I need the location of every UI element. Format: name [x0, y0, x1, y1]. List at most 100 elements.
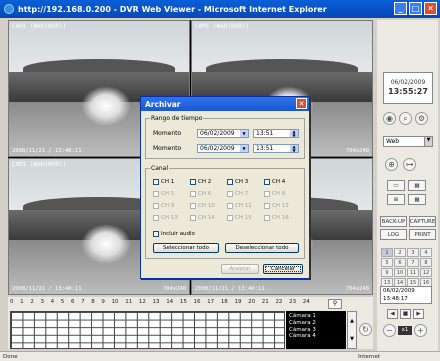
channel-button-8[interactable]: 8: [420, 258, 432, 267]
camera-resolution: 704x240: [162, 286, 186, 292]
channel-checkbox-6[interactable]: CH 6: [190, 191, 211, 197]
checkbox-box: [227, 203, 233, 209]
channel-checkbox-label: CH 6: [198, 191, 212, 197]
moment1-date-select[interactable]: 06/02/2009 ▼: [197, 129, 249, 138]
channel-button-4[interactable]: 4: [420, 248, 432, 257]
channel-button-5[interactable]: 5: [381, 258, 393, 267]
hour-tick-label: 10: [111, 299, 119, 305]
moment1-time-spinner[interactable]: 13:51 ▲ ▼: [253, 129, 299, 138]
moment2-date-select[interactable]: 06/02/2009 ▼: [197, 144, 249, 153]
capture-button[interactable]: CAPTURE: [409, 216, 436, 227]
channel-button-3[interactable]: 3: [407, 248, 419, 257]
moment1-date: 06/02/2009: [200, 130, 235, 137]
channel-button-2[interactable]: 2: [394, 248, 406, 257]
stop-icon[interactable]: ■: [400, 309, 411, 319]
search-icon[interactable]: ⌕: [399, 112, 412, 125]
channel-button-9[interactable]: 9: [381, 268, 393, 277]
mode-select-value: Web: [386, 138, 400, 145]
hour-tick-label: 9: [101, 299, 105, 305]
channel-checkbox-label: CH 4: [272, 179, 286, 185]
close-window-button[interactable]: ✕: [424, 2, 437, 15]
moment1-time: 13:51: [256, 130, 274, 137]
status-bar: Done Internet: [0, 351, 440, 361]
settings-gear-icon[interactable]: ⚙: [415, 112, 428, 125]
checkbox-box: [227, 179, 233, 185]
dialog-close-icon[interactable]: ✕: [296, 98, 307, 109]
channel-checkbox-10[interactable]: CH 10: [190, 203, 215, 209]
channel-checkbox-12[interactable]: CH 12: [264, 203, 289, 209]
hour-tick-label: 19: [234, 299, 242, 305]
timeline-grid[interactable]: [10, 311, 285, 349]
layout-4-icon[interactable]: ⊞: [387, 194, 405, 205]
zoom-in-icon[interactable]: ⊕: [385, 158, 398, 171]
channel-checkbox-label: CH 12: [272, 203, 289, 209]
channel-button-6[interactable]: 6: [394, 258, 406, 267]
zoom-timeline-icon[interactable]: ⚲: [328, 299, 342, 309]
live-eye-icon[interactable]: ◉: [383, 112, 396, 125]
channel-checkbox-8[interactable]: CH 8: [264, 191, 285, 197]
moment2-time-spinner[interactable]: 13:51 ▲ ▼: [253, 144, 299, 153]
mode-select[interactable]: Web ▼: [383, 136, 433, 147]
archive-dialog: Archivar ✕ Rango de tiempo Momento 06/02…: [140, 96, 310, 279]
camera-timestamp: 2008/11/21 / 13:40:11: [195, 286, 265, 292]
channel-checkbox-5[interactable]: CH 5: [153, 191, 174, 197]
channel-grid: 1 2 3 4 5 6 7 8 9 10 11 12 13 14 15 16: [381, 248, 432, 287]
window-titlebar: http://192.168.0.200 - DVR Web Viewer - …: [0, 0, 440, 18]
checkbox-box: [153, 203, 159, 209]
channel-button-7[interactable]: 7: [407, 258, 419, 267]
channel-checkbox-4[interactable]: CH 4: [264, 179, 285, 185]
select-all-button[interactable]: Seleccionar todo: [153, 243, 219, 253]
layout-1-icon[interactable]: ▭: [387, 180, 405, 191]
hour-tick-label: 4: [50, 299, 55, 305]
camera-list-item[interactable]: Cámara 2: [289, 320, 343, 327]
camera-list-item[interactable]: Cámara 4: [289, 333, 343, 340]
accept-button[interactable]: Aceptar: [221, 264, 259, 274]
play-icon[interactable]: ▶: [413, 309, 424, 319]
maximize-button[interactable]: □: [409, 2, 422, 15]
channel-button-1[interactable]: 1: [381, 248, 393, 257]
hour-tick-label: 1: [20, 299, 24, 305]
cancel-button[interactable]: Cancelar: [263, 264, 303, 274]
channel-checkbox-2[interactable]: CH 2: [190, 179, 211, 185]
channel-button-12[interactable]: 12: [420, 268, 432, 277]
control-panel: 06/02/2009 13:55:27 ◉ ⌕ ⚙ Web ▼ ⊕ ⊶ ▭ ▦ ⊞…: [377, 20, 438, 360]
key-icon[interactable]: ⊶: [403, 158, 416, 171]
channel-checkbox-label: CH 7: [235, 191, 249, 197]
checkbox-box: [190, 215, 196, 221]
channel-checkbox-13[interactable]: CH 13: [153, 215, 178, 221]
channel-checkbox-11[interactable]: CH 11: [227, 203, 252, 209]
channel-button-11[interactable]: 11: [407, 268, 419, 277]
channel-checkbox-15[interactable]: CH 15: [227, 215, 252, 221]
hour-tick-label: 24: [302, 299, 310, 305]
deselect-all-button[interactable]: Deseleccionar todo: [225, 243, 299, 253]
refresh-icon[interactable]: ↻: [359, 323, 372, 336]
channel-checkbox-3[interactable]: CH 3: [227, 179, 248, 185]
rewind-icon[interactable]: ◀: [387, 309, 398, 319]
search-datetime[interactable]: 06/02/2009 13:48:17: [380, 286, 432, 304]
checkbox-box: [264, 203, 270, 209]
minimize-button[interactable]: _: [394, 2, 407, 15]
channel-checkbox-7[interactable]: CH 7: [227, 191, 248, 197]
moment2-label: Momento: [153, 145, 182, 152]
layout-9-icon[interactable]: ▦: [408, 180, 426, 191]
slower-icon[interactable]: −: [383, 324, 396, 337]
camera-list-item[interactable]: Cámara 1: [289, 313, 343, 320]
channel-checkbox-label: CH 8: [272, 191, 286, 197]
log-button[interactable]: LOG: [380, 229, 407, 240]
backup-button[interactable]: BACK-UP: [380, 216, 407, 227]
channel-checkbox-14[interactable]: CH 14: [190, 215, 215, 221]
clock-display: 06/02/2009 13:55:27: [383, 72, 433, 104]
channel-checkbox-label: CH 3: [235, 179, 249, 185]
include-audio-checkbox[interactable]: Incluir audio: [153, 231, 195, 237]
camera-scrollbar[interactable]: ▲ ▼: [347, 311, 357, 349]
channel-checkbox-label: CH 11: [235, 203, 252, 209]
channel-button-10[interactable]: 10: [394, 268, 406, 277]
hour-ruler: 0 1 2 3 4 5 6 7 8 9 10 11 12 13 14 15 16 17 18 19 20 21 22 23 24: [10, 299, 310, 307]
channel-checkbox-1[interactable]: CH 1: [153, 179, 174, 185]
print-button[interactable]: PRINT: [409, 229, 436, 240]
channel-checkbox-9[interactable]: CH 9: [153, 203, 174, 209]
layout-16-icon[interactable]: ▦: [408, 194, 426, 205]
faster-icon[interactable]: +: [414, 324, 427, 337]
channel-checkbox-16[interactable]: CH 16: [264, 215, 289, 221]
moment1-label: Momento: [153, 130, 182, 137]
